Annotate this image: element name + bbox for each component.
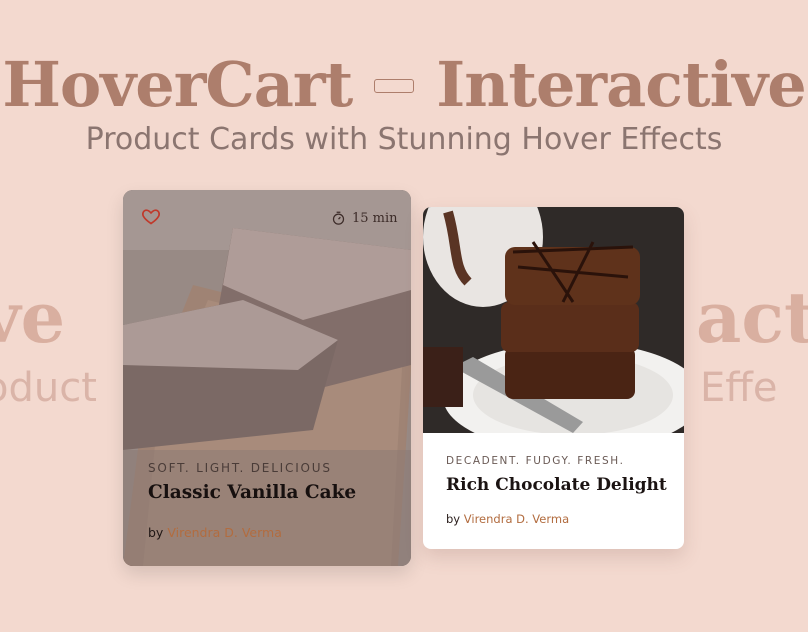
timer-icon bbox=[332, 211, 345, 225]
page-title: HoverCart Interactive bbox=[0, 48, 808, 122]
background-echo-right: act bbox=[696, 276, 808, 359]
byline-prefix: by bbox=[148, 525, 164, 540]
card-byline: by Virendra D. Verma bbox=[148, 525, 282, 540]
heart-icon[interactable] bbox=[141, 206, 161, 226]
card-title[interactable]: Classic Vanilla Cake bbox=[148, 482, 356, 503]
page-subtitle: Product Cards with Stunning Hover Effect… bbox=[85, 122, 723, 157]
title-right: Interactive bbox=[436, 48, 806, 121]
product-card-vanilla-cake[interactable]: 15 min SOFT. LIGHT. DELICIOUS Classic Va… bbox=[123, 190, 411, 566]
hover-overlay bbox=[123, 190, 411, 566]
card-title[interactable]: Rich Chocolate Delight bbox=[446, 475, 667, 495]
card-byline: by Virendra D. Verma bbox=[446, 512, 569, 526]
product-card-chocolate-delight[interactable]: DECADENT. FUDGY. FRESH. Rich Chocolate D… bbox=[423, 207, 684, 549]
background-echo-right-sub: Effe bbox=[700, 365, 778, 411]
background-echo-left: ve bbox=[0, 276, 66, 359]
byline-prefix: by bbox=[446, 512, 461, 526]
background-echo-left-sub: oduct bbox=[0, 365, 97, 411]
brownie-photo bbox=[423, 207, 684, 433]
author-link[interactable]: Virendra D. Verma bbox=[464, 512, 569, 526]
title-separator-icon bbox=[374, 79, 415, 93]
title-left: HoverCart bbox=[2, 48, 353, 121]
card-tags: SOFT. LIGHT. DELICIOUS bbox=[148, 461, 332, 475]
author-link[interactable]: Virendra D. Verma bbox=[167, 525, 282, 540]
cook-time-label: 15 min bbox=[352, 211, 398, 226]
cook-time: 15 min bbox=[331, 211, 398, 226]
card-tags: DECADENT. FUDGY. FRESH. bbox=[446, 455, 625, 467]
